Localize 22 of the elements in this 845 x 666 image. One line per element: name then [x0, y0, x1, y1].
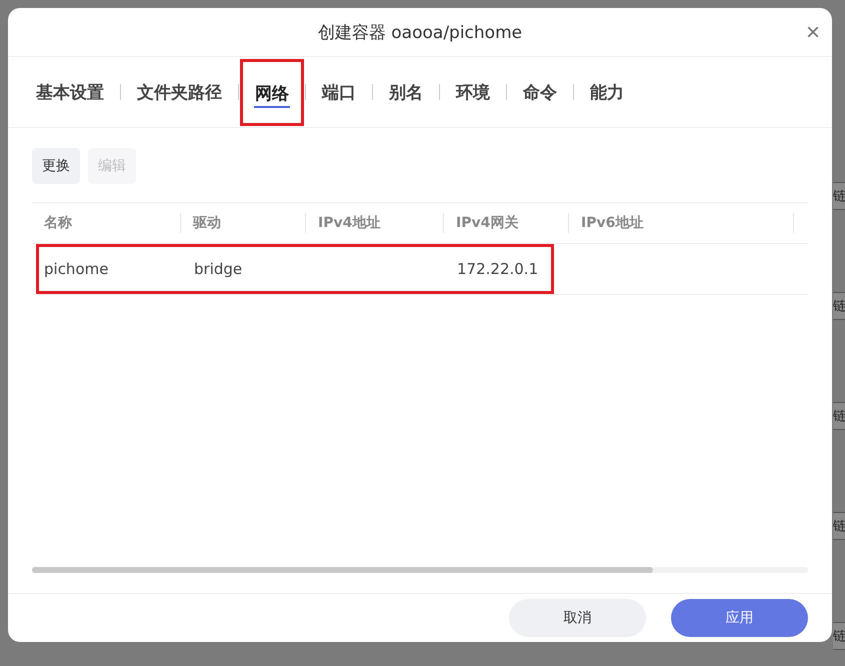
dialog-title: 创建容器 oaooa/pichome — [318, 22, 522, 44]
close-button[interactable]: × — [806, 22, 820, 44]
column-header: 驱动 — [181, 213, 306, 233]
tab[interactable]: 网络 — [243, 62, 301, 122]
tab[interactable]: 端口 — [310, 72, 368, 112]
table-cell-text: 172.22.0.1 — [456, 260, 540, 278]
replace-button[interactable]: 更换 — [32, 148, 80, 184]
tab[interactable]: 能力 — [578, 72, 636, 112]
table-cell-text: bridge — [193, 260, 244, 278]
tab[interactable]: 命令 — [511, 72, 569, 112]
scrollbar[interactable] — [32, 567, 808, 573]
table-cell-text: pichome — [43, 260, 110, 278]
tab[interactable]: 基本设置 — [24, 72, 116, 112]
column-header: IPv4地址 — [306, 213, 444, 233]
tab[interactable]: 别名 — [377, 72, 435, 112]
apply-button[interactable]: 应用 — [671, 599, 808, 637]
column-header: IPv6地址 — [569, 213, 794, 233]
cancel-button[interactable]: 取消 — [509, 599, 646, 637]
tab[interactable]: 文件夹路径 — [125, 72, 234, 112]
column-header: IPv4网关 — [444, 213, 569, 233]
tab[interactable]: 环境 — [444, 72, 502, 112]
column-header: 名称 — [32, 213, 181, 233]
